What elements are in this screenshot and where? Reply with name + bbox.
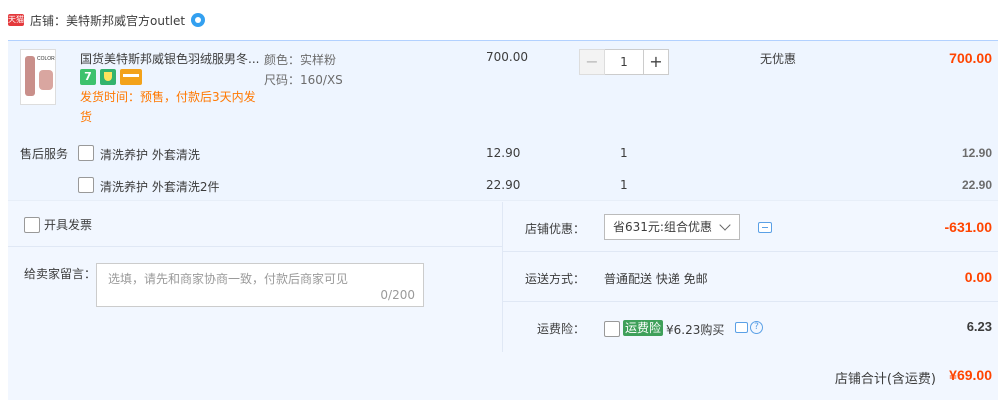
comment-icon[interactable] [758,222,772,233]
shop-total-footer: 店铺合计(含运费) ¥69.00 [8,352,998,400]
insurance-price: ¥6.23购买 [666,323,725,337]
discount-amount: -631.00 [944,219,992,235]
seller-message-input[interactable]: 选填，请先和商家协商一致，付款后商家可见 0/200 [96,263,424,307]
shipping-label: 运送方式： [524,272,585,286]
insurance-amount: 6.23 [966,319,992,334]
shop-discount-label: 店铺优惠： [524,222,585,236]
sku-size: 尺码：160/XS [264,73,343,87]
shop-header: 天猫 店铺：美特斯邦威官方outlet [0,0,998,40]
order-options-panel: 开具发票 给卖家留言： 选填，请先和商家协商一致，付款后商家可见 0/200 [8,202,503,352]
insurance-icons: ? [735,321,763,334]
invoice-checkbox[interactable] [24,216,40,233]
shipping-method: 普通配送 快递 免邮 [604,272,708,286]
promotion-info: 无优惠 [760,52,797,66]
shop-total-amount: ¥69.00 [949,367,992,383]
service-row: 清洗养护 外套清洗 12.90 1 12.90 [8,141,998,167]
message-placeholder: 选填，请先和商家协商一致，付款后商家可见 [108,272,349,286]
unit-price: 700.00 [486,50,528,64]
shipping-amount: 0.00 [964,269,992,285]
discount-select[interactable]: 省631元:组合优惠 [604,214,740,240]
thumbnail-figure [25,56,35,96]
service-name: 清洗养护 外套清洗 [100,148,200,162]
card-payment-icon[interactable] [120,69,142,85]
service-total: 12.90 [961,146,992,160]
service-checkbox[interactable] [78,145,94,161]
quantity-stepper: − 1 + [579,49,669,75]
increase-button[interactable]: + [643,49,669,75]
discount-select-value: 省631元:组合优惠 [613,220,712,234]
product-badges: 7 [80,69,142,85]
decrease-button[interactable]: − [579,49,605,75]
thumbnail-jacket [39,70,53,90]
message-char-count: 0/200 [380,288,415,302]
service-price: 12.90 [486,146,521,160]
insurance-badge: 运费险 [623,320,664,336]
divider [8,246,503,247]
seller-message-label: 给卖家留言： [24,267,97,281]
help-icon[interactable]: ? [750,321,763,334]
service-price: 22.90 [486,178,521,192]
item-subtotal: 700.00 [949,50,992,66]
invoice-option[interactable]: 开具发票 [24,216,92,233]
insurance-row: 运费险： 运费险 ¥6.23购买 ? 6.23 [503,302,998,352]
insurance-label: 运费险： [536,322,585,336]
insurance-checkbox[interactable] [604,321,620,337]
product-title-link[interactable]: 国货美特斯邦威银色羽绒服男冬... [80,50,262,67]
tmall-badge: 天猫 [8,14,24,26]
chevron-down-icon [719,219,731,231]
service-qty: 1 [620,178,628,192]
service-checkbox[interactable] [78,177,94,193]
delivery-time: 发货时间：预售，付款后3天内发货 [80,90,256,124]
invoice-label: 开具发票 [44,218,93,232]
wangwang-chat-icon[interactable] [191,13,206,27]
order-item: COLOR 国货美特斯邦威银色羽绒服男冬... 7 发货时间：预售，付款后3天内… [8,41,998,201]
shop-name-link[interactable]: 店铺：美特斯邦威官方outlet [30,12,185,29]
service-row: 清洗养护 外套清洗2件 22.90 1 22.90 [8,173,998,199]
service-qty: 1 [620,146,628,160]
quantity-input[interactable]: 1 [605,49,643,75]
service-name: 清洗养护 外套清洗2件 [100,180,220,194]
order-summary-panel: 店铺优惠： 省631元:组合优惠 -631.00 运送方式： 普通配送 快递 免… [503,202,998,352]
comment-icon[interactable] [735,322,748,333]
sku-color: 颜色：实样粉 [264,53,337,67]
shop-discount-row: 店铺优惠： 省631元:组合优惠 -631.00 [503,202,998,252]
sku-info: 颜色：实样粉 尺码：160/XS [264,50,343,90]
shop-total-label: 店铺合计(含运费) [834,372,936,387]
thumbnail-logo: COLOR [37,56,55,62]
shipping-row: 运送方式： 普通配送 快递 免邮 0.00 [503,252,998,302]
service-total: 22.90 [961,178,992,192]
order-box: COLOR 国货美特斯邦威银色羽绒服男冬... 7 发货时间：预售，付款后3天内… [8,40,998,400]
7-day-return-icon[interactable]: 7 [80,69,96,85]
product-thumbnail[interactable]: COLOR [20,49,56,105]
guarantee-shield-icon[interactable] [100,69,116,85]
